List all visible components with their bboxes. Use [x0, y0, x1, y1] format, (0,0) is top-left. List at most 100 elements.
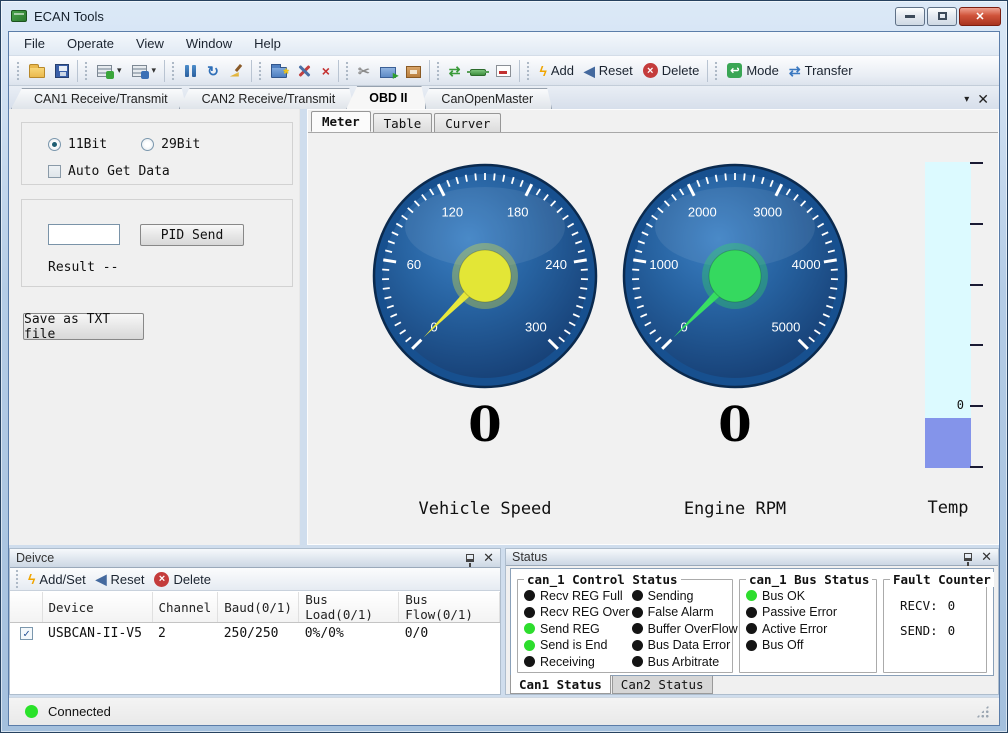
menu-item-help[interactable]: Help [243, 32, 292, 55]
tab-overflow-icon[interactable]: ▾ [964, 94, 969, 105]
status-led-item: Recv REG Over [524, 604, 630, 621]
maximize-button[interactable] [927, 7, 957, 26]
temp-fill-level [925, 418, 971, 468]
tab-close-icon[interactable]: ✕ [977, 93, 989, 105]
menu-item-window[interactable]: Window [175, 32, 243, 55]
export-button[interactable] [401, 62, 426, 80]
delete-frame-button[interactable]: × [317, 62, 335, 80]
cut-button[interactable]: ✂ [353, 62, 375, 80]
radio-label: 11Bit [68, 137, 107, 152]
tab-can2-status[interactable]: Can2 Status [612, 676, 713, 694]
usb-button[interactable] [465, 63, 491, 78]
engine-rpm-value: 0 [718, 397, 751, 453]
device-settings-button[interactable]: ▾ [127, 63, 162, 79]
clear-button[interactable] [224, 62, 248, 80]
meter-tab-meter[interactable]: Meter [311, 111, 371, 132]
header-baud-0-1-[interactable]: Baud(0/1) [218, 592, 299, 623]
pid-send-button[interactable]: PID Send [140, 224, 244, 246]
app-icon [11, 10, 27, 22]
status-led-icon [632, 623, 643, 634]
tab-can2-receive-transmit[interactable]: CAN2 Receive/Transmit [179, 88, 355, 109]
save-button[interactable] [50, 62, 74, 80]
meter-tab-table[interactable]: Table [373, 113, 433, 132]
status-led-item: Active Error [746, 621, 872, 638]
resize-grip[interactable] [976, 705, 989, 718]
temp-tick-mark [970, 405, 983, 407]
transfer-button[interactable]: ⇄Transfer [784, 61, 858, 80]
radio-label: 29Bit [161, 137, 200, 152]
swap-button[interactable]: ⇄ [444, 62, 466, 80]
menu-item-view[interactable]: View [125, 32, 175, 55]
group-can-1-bus-status: can_1 Bus StatusBus OKPassive ErrorActiv… [739, 579, 877, 674]
main-tab-strip: CAN1 Receive/TransmitCAN2 Receive/Transm… [9, 86, 999, 109]
new-frame-button[interactable] [266, 62, 292, 80]
status-led-item: Receiving [524, 654, 630, 671]
close-button[interactable]: ✕ [959, 7, 1001, 26]
device-reset-button[interactable]: ◀Reset [91, 570, 150, 589]
tab-canopenmaster[interactable]: CanOpenMaster [418, 88, 552, 109]
tab-obd-ii[interactable]: OBD II [346, 86, 426, 109]
tools-icon [297, 64, 312, 78]
minimize-button[interactable] [895, 7, 925, 26]
vehicle-speed-value: 0 [468, 397, 501, 453]
device-table-row[interactable]: ✓USBCAN-II-V52250/2500%/0%0/0 [10, 623, 500, 644]
device-add-set-button[interactable]: ϟAdd/Set [23, 570, 91, 589]
dropdown-caret-icon[interactable]: ▾ [152, 65, 157, 76]
temp-tick-mark [970, 466, 983, 468]
status-panel-close-icon[interactable]: ✕ [981, 552, 992, 562]
header-bus-flow-0-1-[interactable]: Bus Flow(0/1) [399, 592, 500, 623]
maximize-icon [938, 12, 947, 20]
svg-text:4000: 4000 [792, 257, 821, 272]
delete-frame-icon: × [322, 64, 330, 78]
radio-11bit[interactable]: 11Bit [48, 137, 107, 152]
auto-get-data-checkbox[interactable] [48, 165, 61, 178]
clear-icon [229, 64, 243, 78]
header-device[interactable]: Device [42, 592, 152, 623]
refresh-button[interactable]: ↻ [202, 62, 224, 80]
device-panel-titlebar: Deivce ✕ [10, 549, 500, 568]
header-bus-load-0-1-[interactable]: Bus Load(0/1) [299, 592, 399, 623]
temp-indicator: 0 Temp [898, 159, 998, 544]
pin-icon[interactable] [964, 553, 972, 561]
reset-button[interactable]: ◀Reset [579, 61, 638, 80]
header-channel[interactable]: Channel [152, 592, 218, 623]
status-led-icon [524, 640, 535, 651]
radio-29bit[interactable]: 29Bit [141, 137, 200, 152]
svg-text:60: 60 [407, 257, 421, 272]
menu-item-file[interactable]: File [13, 32, 56, 55]
close-frame-button[interactable] [491, 63, 516, 79]
status-led-item: Passive Error [746, 604, 872, 621]
pin-icon[interactable] [466, 554, 474, 562]
meter-tab-curver[interactable]: Curver [434, 113, 501, 132]
tab-can1-receive-transmit[interactable]: CAN1 Receive/Transmit [11, 88, 187, 109]
device-delete-button[interactable]: ×Delete [149, 570, 216, 589]
device-panel-close-icon[interactable]: ✕ [483, 553, 494, 563]
save-as-txt-button[interactable]: Save as TXT file [23, 313, 144, 340]
svg-text:2000: 2000 [688, 204, 717, 219]
status-led-icon [524, 590, 535, 601]
connect-device-button[interactable]: ▾ [92, 63, 127, 79]
menu-item-operate[interactable]: Operate [56, 32, 125, 55]
dropdown-caret-icon[interactable]: ▾ [117, 65, 122, 76]
pause-button[interactable] [179, 62, 202, 80]
id-bits-groupbox: 11Bit29Bit Auto Get Data [21, 122, 293, 185]
mode-button[interactable]: ↩Mode [722, 61, 784, 80]
vertical-splitter[interactable] [300, 109, 307, 545]
group-fault-counter: Fault CounterRECV:0SEND:0 [883, 579, 987, 674]
device-table: DeviceChannelBaud(0/1)Bus Load(0/1)Bus F… [10, 592, 500, 644]
engine-rpm-gauge-group: 0100020003000400050000Engine RPM [610, 159, 860, 544]
pid-input[interactable] [48, 224, 120, 245]
engine-rpm-gauge: 010002000300040005000 [618, 159, 852, 393]
tools-button[interactable] [292, 62, 317, 80]
status-led-icon [746, 590, 757, 601]
tab-can1-status[interactable]: Can1 Status [510, 675, 611, 694]
device-row-checkbox[interactable]: ✓ [20, 627, 33, 640]
import-button[interactable] [375, 62, 401, 80]
status-led-item: Recv REG Full [524, 588, 630, 605]
delete-button[interactable]: ×Delete [638, 61, 705, 80]
status-led-icon [632, 590, 643, 601]
add-button[interactable]: ϟAdd [534, 61, 579, 80]
status-led-icon [746, 623, 757, 634]
open-file-button[interactable] [24, 62, 50, 80]
status-led-icon [632, 607, 643, 618]
